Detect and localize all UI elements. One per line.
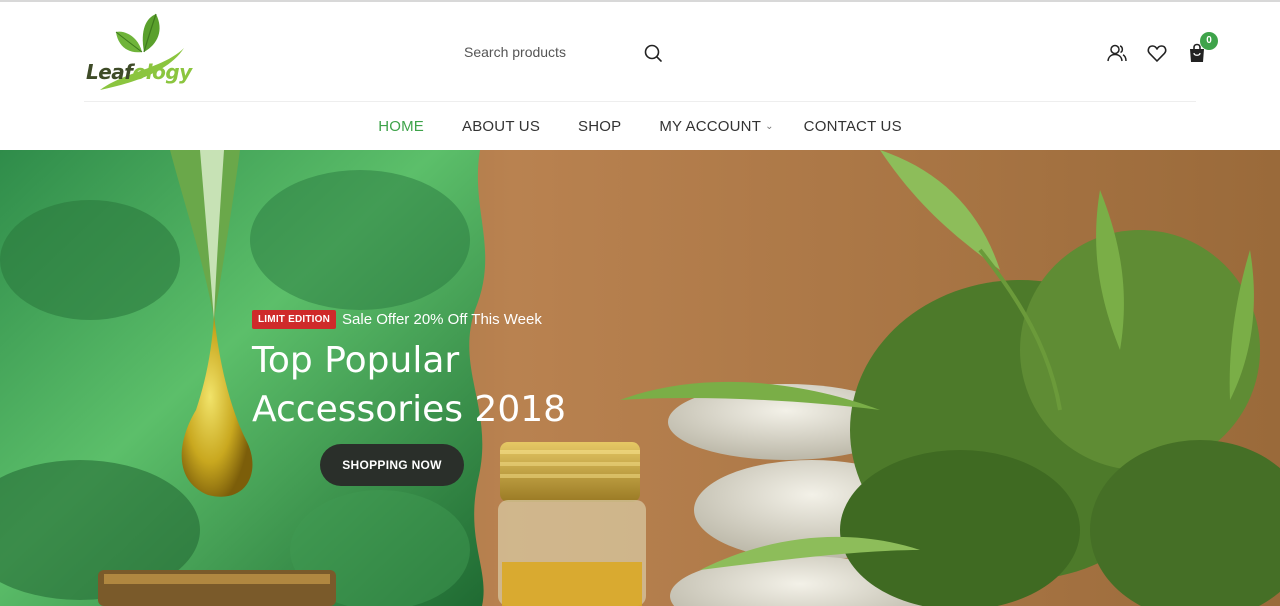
- nav-item-home[interactable]: HOME: [378, 118, 424, 135]
- leaf-logo-icon: [100, 13, 184, 90]
- hero-promo: LIMIT EDITION Sale Offer 20% Off This We…: [252, 310, 542, 329]
- nav-item-my-account[interactable]: MY ACCOUNT ⌄: [659, 118, 773, 135]
- chevron-down-icon: ⌄: [765, 120, 774, 132]
- nav-item-my-account-label: MY ACCOUNT: [659, 117, 762, 135]
- hero-banner: LIMIT EDITION Sale Offer 20% Off This We…: [0, 150, 1280, 606]
- shopping-now-button[interactable]: SHOPPING NOW: [320, 444, 464, 486]
- search-input[interactable]: [452, 34, 632, 70]
- site-logo[interactable]: Leafology: [84, 12, 194, 98]
- hero-title: Top Popular Accessories 2018: [252, 336, 672, 434]
- search-bar: [452, 34, 674, 70]
- cart-count-badge: 0: [1200, 32, 1218, 50]
- heart-icon[interactable]: [1146, 42, 1168, 64]
- limit-edition-badge: LIMIT EDITION: [252, 310, 337, 329]
- header-actions: 0: [1106, 32, 1218, 66]
- hero-title-line-1: Top Popular: [252, 340, 460, 381]
- hero-title-line-2: Accessories 2018: [252, 389, 567, 430]
- header-divider: [84, 101, 1196, 102]
- nav-item-shop[interactable]: SHOP: [578, 118, 621, 135]
- user-icon[interactable]: [1106, 42, 1128, 64]
- cart-button[interactable]: 0: [1186, 32, 1218, 64]
- site-header: Leafology 0 HOME ABOUT US SHOP MY ACCOUN…: [0, 2, 1280, 150]
- search-icon[interactable]: [642, 42, 664, 64]
- nav-item-contact-us[interactable]: CONTACT US: [804, 118, 902, 135]
- promo-text: Sale Offer 20% Off This Week: [342, 311, 542, 328]
- nav-item-about-us[interactable]: ABOUT US: [462, 118, 540, 135]
- main-navigation: HOME ABOUT US SHOP MY ACCOUNT ⌄ CONTACT U…: [0, 106, 1280, 146]
- logo-wordmark: Leafology: [86, 60, 192, 84]
